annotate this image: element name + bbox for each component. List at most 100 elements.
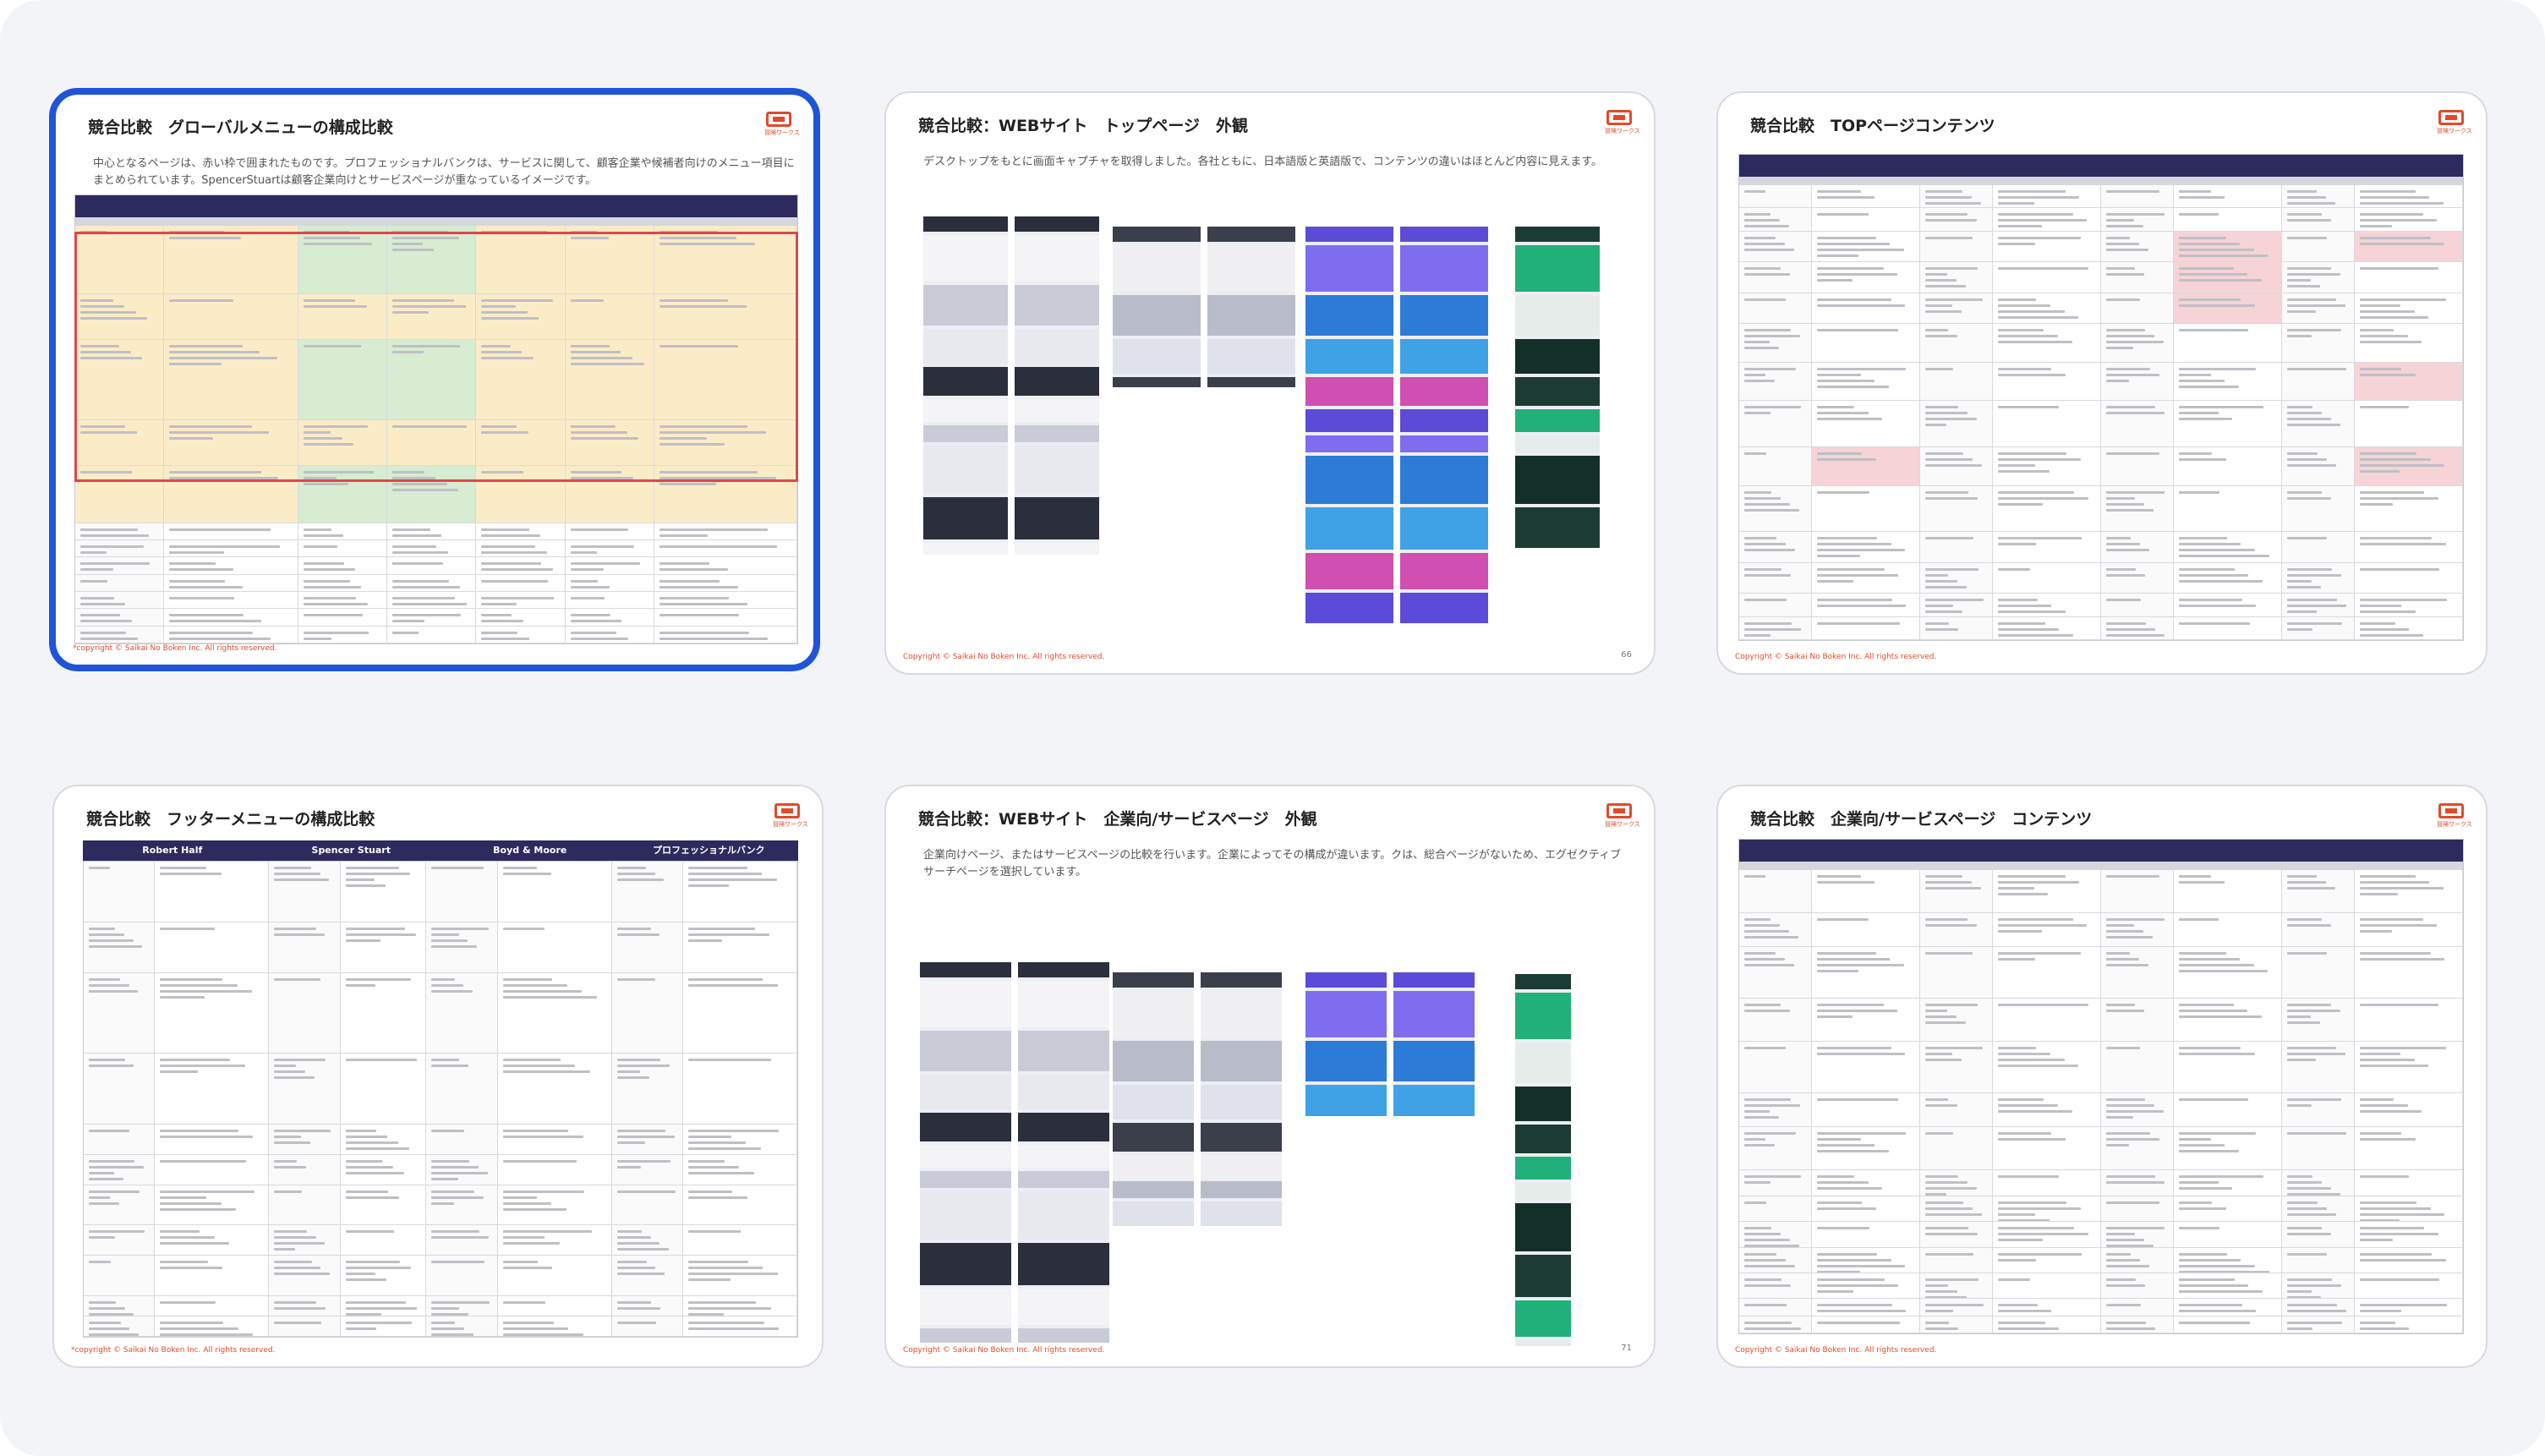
- text-line: [1816, 1181, 1869, 1185]
- text-line: [2178, 236, 2226, 239]
- table-cell: [2354, 870, 2463, 913]
- page-number: 66: [1621, 650, 1632, 660]
- text-line: [2287, 1175, 2312, 1179]
- text-line: [2106, 1278, 2136, 1281]
- table-cell: [1920, 562, 1993, 594]
- text-line: [2287, 1207, 2327, 1210]
- text-line: [616, 1190, 676, 1193]
- text-line: [660, 562, 709, 566]
- text-line: [502, 1065, 576, 1068]
- text-line: [345, 873, 411, 875]
- table-cell: [1811, 362, 1920, 402]
- text-line: [1744, 341, 1771, 344]
- slide-thumbnail-5[interactable]: 競合比較：WEBサイト 企業向/サービスページ 外観 冒険ワークス 企業向けペー…: [884, 785, 1656, 1368]
- slide-thumbnail-4[interactable]: 競合比較 フッターメニューの構成比較 冒険ワークス Robert Half Sp…: [52, 785, 824, 1368]
- text-line: [1744, 633, 1771, 637]
- table-cell: [2173, 912, 2282, 948]
- text-line: [2359, 1201, 2417, 1204]
- text-line: [2106, 225, 2143, 228]
- text-line: [1816, 452, 1863, 456]
- table-cell: [654, 557, 797, 575]
- text-line: [89, 983, 129, 987]
- text-line: [2359, 335, 2408, 338]
- table-cell: [1920, 947, 1993, 999]
- text-line: [2106, 929, 2143, 933]
- text-line: [2359, 923, 2438, 927]
- text-line: [1744, 490, 1772, 494]
- text-line: [1744, 621, 1792, 625]
- capture-block: [923, 497, 1008, 539]
- capture-block: [1015, 497, 1099, 539]
- table-cell: [155, 972, 270, 1054]
- text-line: [2178, 555, 2269, 558]
- table-cell: [654, 540, 797, 558]
- table-cell: [84, 1124, 156, 1155]
- text-line: [431, 1065, 469, 1068]
- text-line: [1744, 923, 1781, 927]
- text-line: [2359, 875, 2416, 878]
- text-line: [1925, 621, 1949, 625]
- capture-block: [1515, 1043, 1571, 1083]
- text-line: [1997, 1212, 2036, 1216]
- capture-block: [1400, 295, 1488, 336]
- table-cell: [1811, 485, 1920, 533]
- table-subheader-cell: [1739, 862, 1812, 870]
- capture-block: [1015, 543, 1099, 555]
- text-line: [1744, 502, 1791, 506]
- text-line: [1816, 279, 1853, 282]
- text-line: [431, 927, 489, 930]
- text-line: [2178, 964, 2254, 967]
- table-cell: [1739, 208, 1812, 232]
- table-cell: [1992, 293, 2101, 325]
- slide-thumbnail-2[interactable]: 競合比較：WEBサイト トップページ 外観 冒険ワークス デスクトップをもとに画…: [884, 91, 1656, 675]
- text-line: [2287, 1327, 2312, 1330]
- text-line: [2178, 1150, 2239, 1153]
- text-line: [616, 1307, 661, 1311]
- text-line: [1816, 1252, 1877, 1256]
- text-line: [80, 631, 127, 634]
- text-line: [160, 1267, 223, 1270]
- table-cell: [2101, 447, 2174, 486]
- text-line: [2359, 1304, 2447, 1307]
- table-cell: [497, 922, 612, 973]
- table-header-cell: [1739, 840, 1812, 862]
- text-line: [1816, 196, 1875, 199]
- comparison-table: [83, 861, 798, 1338]
- table-header-cell: [2354, 155, 2463, 177]
- table-cell: [1739, 324, 1812, 363]
- text-line: [1816, 1150, 1889, 1153]
- slide-thumbnail-3[interactable]: 競合比較 TOPページコンテンツ 冒険ワークス Copyright © Saik…: [1716, 91, 2488, 675]
- text-line: [1816, 1144, 1875, 1147]
- copyright-text: *copyright © Saikai No Boken Inc. All ri…: [71, 1346, 276, 1355]
- table-cell: [565, 574, 655, 593]
- text-line: [2359, 1138, 2416, 1141]
- table-cell: [2354, 1041, 2463, 1093]
- text-line: [1925, 1132, 1953, 1136]
- capture-block: [920, 981, 1011, 1027]
- text-line: [345, 1230, 394, 1234]
- table-header-cell: [164, 195, 298, 217]
- table-cell: [387, 592, 477, 610]
- table-cell: [426, 1225, 498, 1256]
- table-cell: [1811, 1127, 1920, 1171]
- capture-block: [1113, 1201, 1194, 1226]
- table-cell: [387, 540, 477, 558]
- copyright-text: Copyright © Saikai No Boken Inc. All rig…: [1735, 1346, 1937, 1355]
- capture-block: [1515, 377, 1600, 406]
- capture-block: [1201, 1181, 1282, 1198]
- text-line: [1925, 1304, 1984, 1307]
- text-line: [1925, 335, 1958, 338]
- text-line: [169, 528, 271, 531]
- text-line: [2359, 1252, 2432, 1256]
- table-cell: [2173, 947, 2282, 999]
- table-header-cell: [1811, 155, 1920, 177]
- text-line: [1997, 633, 2073, 637]
- slide-thumbnail-1[interactable]: 競合比較 グローバルメニューの構成比較 冒険ワークス 中心となるページは、赤い枠…: [49, 88, 820, 671]
- table-cell: [476, 592, 566, 610]
- text-line: [481, 620, 523, 623]
- slide-thumbnail-6[interactable]: 競合比較 企業向/サービスページ コンテンツ 冒険ワークス Copyright …: [1716, 785, 2488, 1368]
- text-line: [89, 1196, 111, 1199]
- text-line: [2359, 1046, 2446, 1049]
- table-cell: [2173, 401, 2282, 448]
- text-line: [274, 1165, 306, 1169]
